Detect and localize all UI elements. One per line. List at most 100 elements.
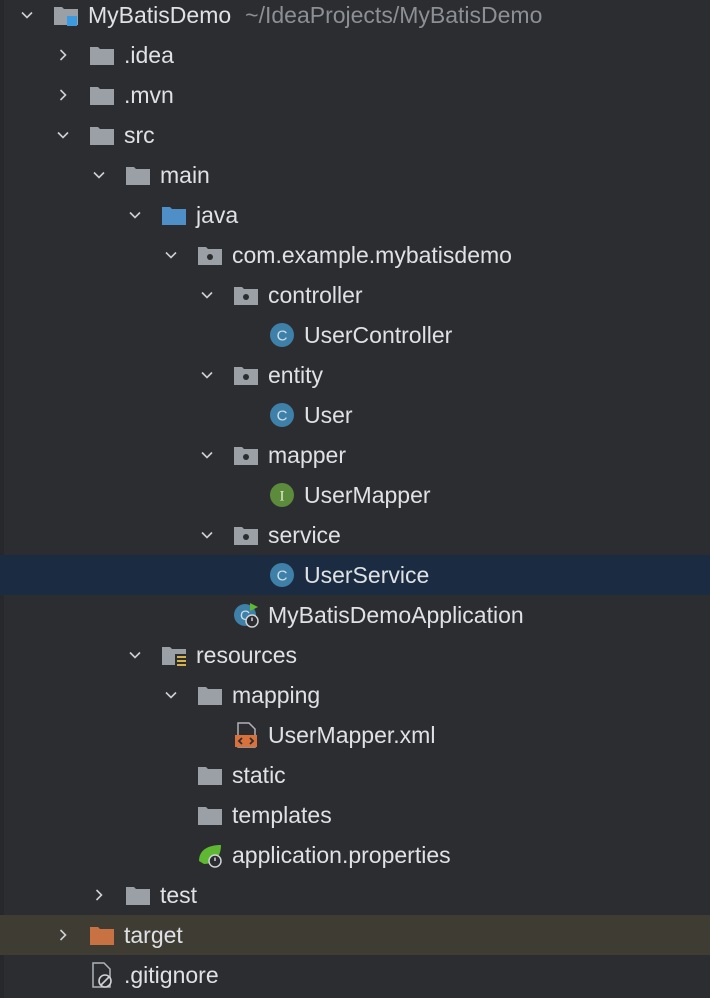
chevron-down-icon[interactable] [196, 284, 218, 306]
folder-icon [124, 161, 152, 189]
svg-text:C: C [277, 568, 288, 585]
tree-row-application[interactable]: C MyBatisDemoApplication [0, 595, 710, 635]
user-service-label: UserService [304, 561, 430, 588]
tree-row-application-properties[interactable]: application.properties [0, 835, 710, 875]
package-icon [232, 521, 260, 549]
user-mapper-label: UserMapper [304, 481, 431, 508]
tree-row-idea[interactable]: .idea [0, 35, 710, 75]
folder-icon [124, 881, 152, 909]
application-properties-label: application.properties [232, 841, 451, 868]
spring-properties-icon [196, 841, 224, 869]
root-path: ~/IdeaProjects/MyBatisDemo [245, 1, 543, 28]
tree-row-user-controller[interactable]: C UserController [0, 315, 710, 355]
static-folder-label: static [232, 761, 286, 788]
tree-row-mvn[interactable]: .mvn [0, 75, 710, 115]
tree-row-entity[interactable]: entity [0, 355, 710, 395]
chevron-right-icon[interactable] [52, 84, 74, 106]
resources-folder-label: resources [196, 641, 297, 668]
package-label: com.example.mybatisdemo [232, 241, 512, 268]
entity-package-label: entity [268, 361, 323, 388]
chevron-down-icon[interactable] [160, 244, 182, 266]
templates-folder-label: templates [232, 801, 332, 828]
gitignore-label: .gitignore [124, 961, 219, 988]
mapping-folder-label: mapping [232, 681, 321, 708]
tree-row-service[interactable]: service [0, 515, 710, 555]
project-tree[interactable]: MyBatisDemo ~/IdeaProjects/MyBatisDemo .… [0, 0, 710, 998]
excluded-folder-icon [88, 921, 116, 949]
target-folder-label: target [124, 921, 183, 948]
java-folder-label: java [196, 201, 239, 228]
tree-row-gitignore[interactable]: .gitignore [0, 955, 710, 995]
folder-icon [196, 801, 224, 829]
tree-row-controller[interactable]: controller [0, 275, 710, 315]
chevron-right-icon[interactable] [88, 884, 110, 906]
chevron-down-icon[interactable] [196, 524, 218, 546]
folder-icon [196, 761, 224, 789]
chevron-down-icon[interactable] [88, 164, 110, 186]
tree-row-package[interactable]: com.example.mybatisdemo [0, 235, 710, 275]
tree-row-resources[interactable]: resources [0, 635, 710, 675]
ignore-file-icon [88, 961, 116, 989]
class-icon: C [268, 401, 296, 429]
package-icon [232, 361, 260, 389]
module-folder-icon [52, 1, 80, 29]
src-folder-label: src [124, 121, 155, 148]
chevron-down-icon[interactable] [52, 124, 74, 146]
chevron-right-icon[interactable] [52, 924, 74, 946]
chevron-down-icon[interactable] [16, 4, 38, 26]
tree-row-mapper[interactable]: mapper [0, 435, 710, 475]
chevron-down-icon[interactable] [196, 364, 218, 386]
mapper-package-label: mapper [268, 441, 346, 468]
chevron-down-icon[interactable] [124, 644, 146, 666]
interface-icon: I [268, 481, 296, 509]
test-folder-label: test [160, 881, 198, 908]
package-icon [232, 281, 260, 309]
tree-row-root[interactable]: MyBatisDemo ~/IdeaProjects/MyBatisDemo [0, 0, 710, 35]
user-mapper-xml-label: UserMapper.xml [268, 721, 436, 748]
class-icon: C [268, 561, 296, 589]
tree-row-java[interactable]: java [0, 195, 710, 235]
mvn-folder-label: .mvn [124, 81, 174, 108]
package-icon [232, 441, 260, 469]
chevron-down-icon[interactable] [160, 684, 182, 706]
tree-row-mapping[interactable]: mapping [0, 675, 710, 715]
tree-row-src[interactable]: src [0, 115, 710, 155]
user-controller-label: UserController [304, 321, 453, 348]
xml-file-icon [232, 721, 260, 749]
tree-row-target[interactable]: target [0, 915, 710, 955]
svg-text:C: C [277, 328, 288, 345]
controller-package-label: controller [268, 281, 363, 308]
tree-row-templates[interactable]: templates [0, 795, 710, 835]
spring-boot-class-icon: C [232, 601, 260, 629]
resources-folder-icon [160, 641, 188, 669]
main-folder-label: main [160, 161, 210, 188]
chevron-down-icon[interactable] [124, 204, 146, 226]
tree-row-user-mapper[interactable]: I UserMapper [0, 475, 710, 515]
package-icon [196, 241, 224, 269]
service-package-label: service [268, 521, 341, 548]
tree-row-user-mapper-xml[interactable]: UserMapper.xml [0, 715, 710, 755]
user-class-label: User [304, 401, 353, 428]
chevron-down-icon[interactable] [196, 444, 218, 466]
tree-row-user-service[interactable]: C UserService [0, 555, 710, 595]
root-label: MyBatisDemo [88, 1, 232, 28]
application-label: MyBatisDemoApplication [268, 601, 524, 628]
chevron-right-icon[interactable] [52, 44, 74, 66]
folder-icon [88, 41, 116, 69]
class-icon: C [268, 321, 296, 349]
tree-row-test[interactable]: test [0, 875, 710, 915]
tree-row-user[interactable]: C User [0, 395, 710, 435]
tree-row-static[interactable]: static [0, 755, 710, 795]
svg-text:I: I [280, 489, 285, 505]
tree-row-main[interactable]: main [0, 155, 710, 195]
